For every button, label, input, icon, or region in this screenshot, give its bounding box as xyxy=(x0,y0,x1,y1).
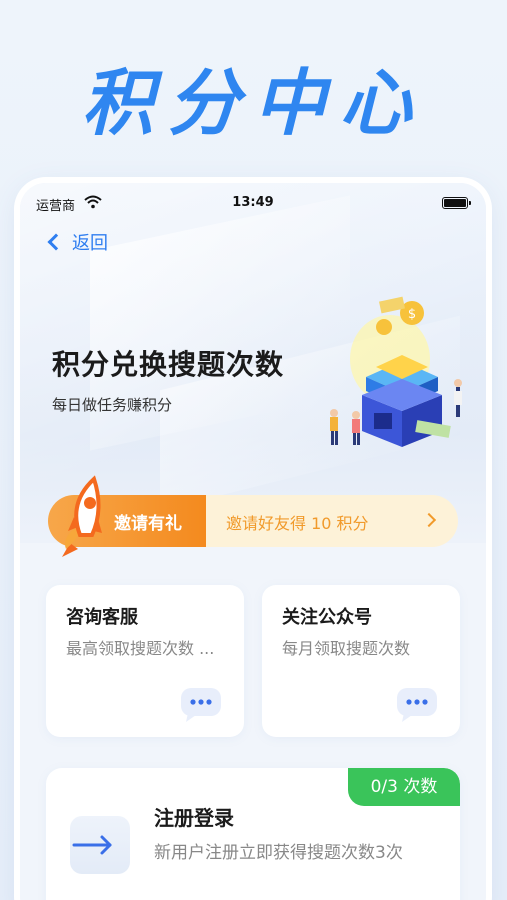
hero-title: 积分兑换搜题次数 xyxy=(52,348,285,381)
register-desc: 新用户注册立即获得搜题次数3次 xyxy=(154,843,403,863)
back-label: 返回 xyxy=(72,233,108,254)
svg-text:$: $ xyxy=(408,307,416,322)
status-bar: 运营商 13:49 xyxy=(20,193,486,215)
chevron-left-icon xyxy=(47,233,65,251)
back-button[interactable]: 返回 xyxy=(46,229,108,255)
status-time: 13:49 xyxy=(232,195,274,210)
register-title: 注册登录 xyxy=(154,806,234,830)
follow-account-card[interactable]: 关注公众号 每月领取搜题次数 xyxy=(262,585,460,737)
customer-service-card[interactable]: 咨询客服 最高领取搜题次数 ... xyxy=(46,585,244,737)
invite-tag: 邀请有礼 xyxy=(114,514,182,534)
chat-bubble-icon xyxy=(180,687,222,723)
chat-bubble-icon xyxy=(396,687,438,723)
phone-screen: 运营商 13:49 返回 积分兑换搜题次数 每日做任务赚积分 $ 邀请有礼 邀请… xyxy=(20,183,486,900)
points-exchange-illustration: $ xyxy=(316,291,476,461)
register-login-card[interactable]: 0/3 次数 注册登录 新用户注册立即获得搜题次数3次 xyxy=(46,768,460,900)
invite-banner[interactable]: 邀请有礼 邀请好友得 10 积分 xyxy=(48,475,458,557)
card-title: 咨询客服 xyxy=(66,607,138,628)
arrow-right-icon xyxy=(70,816,130,874)
invite-text: 邀请好友得 10 积分 xyxy=(226,514,369,533)
register-count-badge: 0/3 次数 xyxy=(348,768,460,806)
card-desc: 每月领取搜题次数 xyxy=(282,639,411,658)
rocket-icon xyxy=(40,469,120,559)
hero-subtitle: 每日做任务赚积分 xyxy=(52,396,173,414)
chevron-right-icon xyxy=(421,512,437,528)
card-desc: 最高领取搜题次数 ... xyxy=(66,639,215,658)
card-title: 关注公众号 xyxy=(282,607,372,628)
page-headline: 积分中心 xyxy=(81,61,426,145)
battery-icon xyxy=(442,197,471,209)
